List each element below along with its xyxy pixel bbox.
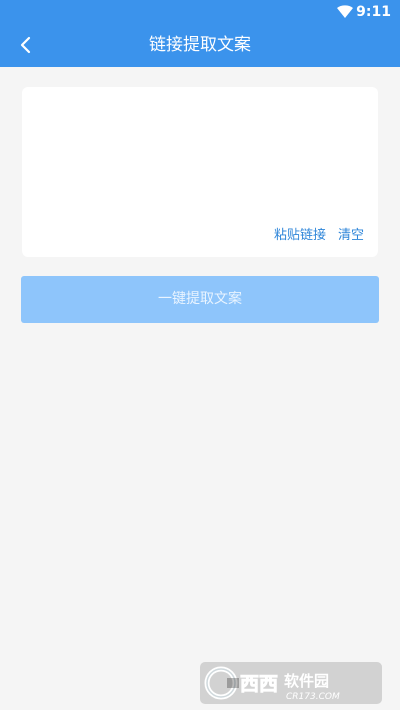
wifi-icon bbox=[337, 5, 353, 18]
card-actions: 粘贴链接 清空 bbox=[274, 227, 364, 245]
extract-copy-button[interactable]: 一键提取文案 bbox=[21, 276, 379, 323]
back-arrow-icon bbox=[20, 36, 31, 54]
page-title: 链接提取文案 bbox=[149, 35, 251, 55]
svg-text:西西: 西西 bbox=[240, 673, 278, 695]
toolbar: 链接提取文案 bbox=[0, 24, 400, 67]
paste-link-button[interactable]: 粘贴链接 bbox=[274, 227, 326, 245]
watermark-logo: 西西 软件园 CR173.COM bbox=[200, 662, 382, 704]
app-header: 9:11 链接提取文案 bbox=[0, 0, 400, 67]
status-time: 9:11 bbox=[356, 4, 391, 20]
clear-button[interactable]: 清空 bbox=[338, 227, 364, 245]
link-input[interactable] bbox=[22, 87, 378, 217]
link-input-card: 粘贴链接 清空 bbox=[22, 87, 378, 257]
svg-text:软件园: 软件园 bbox=[284, 672, 329, 690]
back-button[interactable] bbox=[10, 30, 40, 60]
cr173-logo-icon: 西西 软件园 CR173.COM bbox=[204, 666, 340, 702]
svg-text:CR173.COM: CR173.COM bbox=[286, 692, 340, 702]
status-bar: 9:11 bbox=[0, 0, 400, 24]
